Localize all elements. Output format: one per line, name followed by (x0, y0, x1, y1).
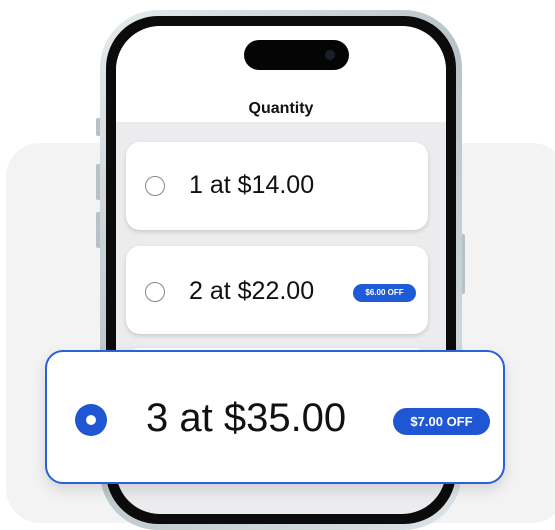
quantity-option-3-selected[interactable]: 3 at $35.00 $7.00 OFF (45, 350, 505, 484)
discount-badge: $6.00 OFF (353, 284, 416, 302)
radio-selected-icon[interactable] (75, 404, 107, 436)
quantity-option-2[interactable]: 2 at $22.00 $6.00 OFF (126, 246, 428, 334)
radio-unselected-icon[interactable] (145, 176, 165, 196)
radio-unselected-icon[interactable] (145, 282, 165, 302)
quantity-option-1[interactable]: 1 at $14.00 (126, 142, 428, 230)
camera-icon (325, 50, 335, 60)
dynamic-island (244, 40, 349, 70)
option-label: 1 at $14.00 (189, 171, 315, 199)
option-label: 2 at $22.00 (189, 277, 315, 305)
radio-selected-dot (86, 415, 96, 425)
page-title: Quantity (248, 100, 314, 117)
option-label: 3 at $35.00 (146, 396, 347, 440)
nav-bar: Quantity (116, 26, 446, 122)
discount-badge: $7.00 OFF (393, 408, 490, 435)
